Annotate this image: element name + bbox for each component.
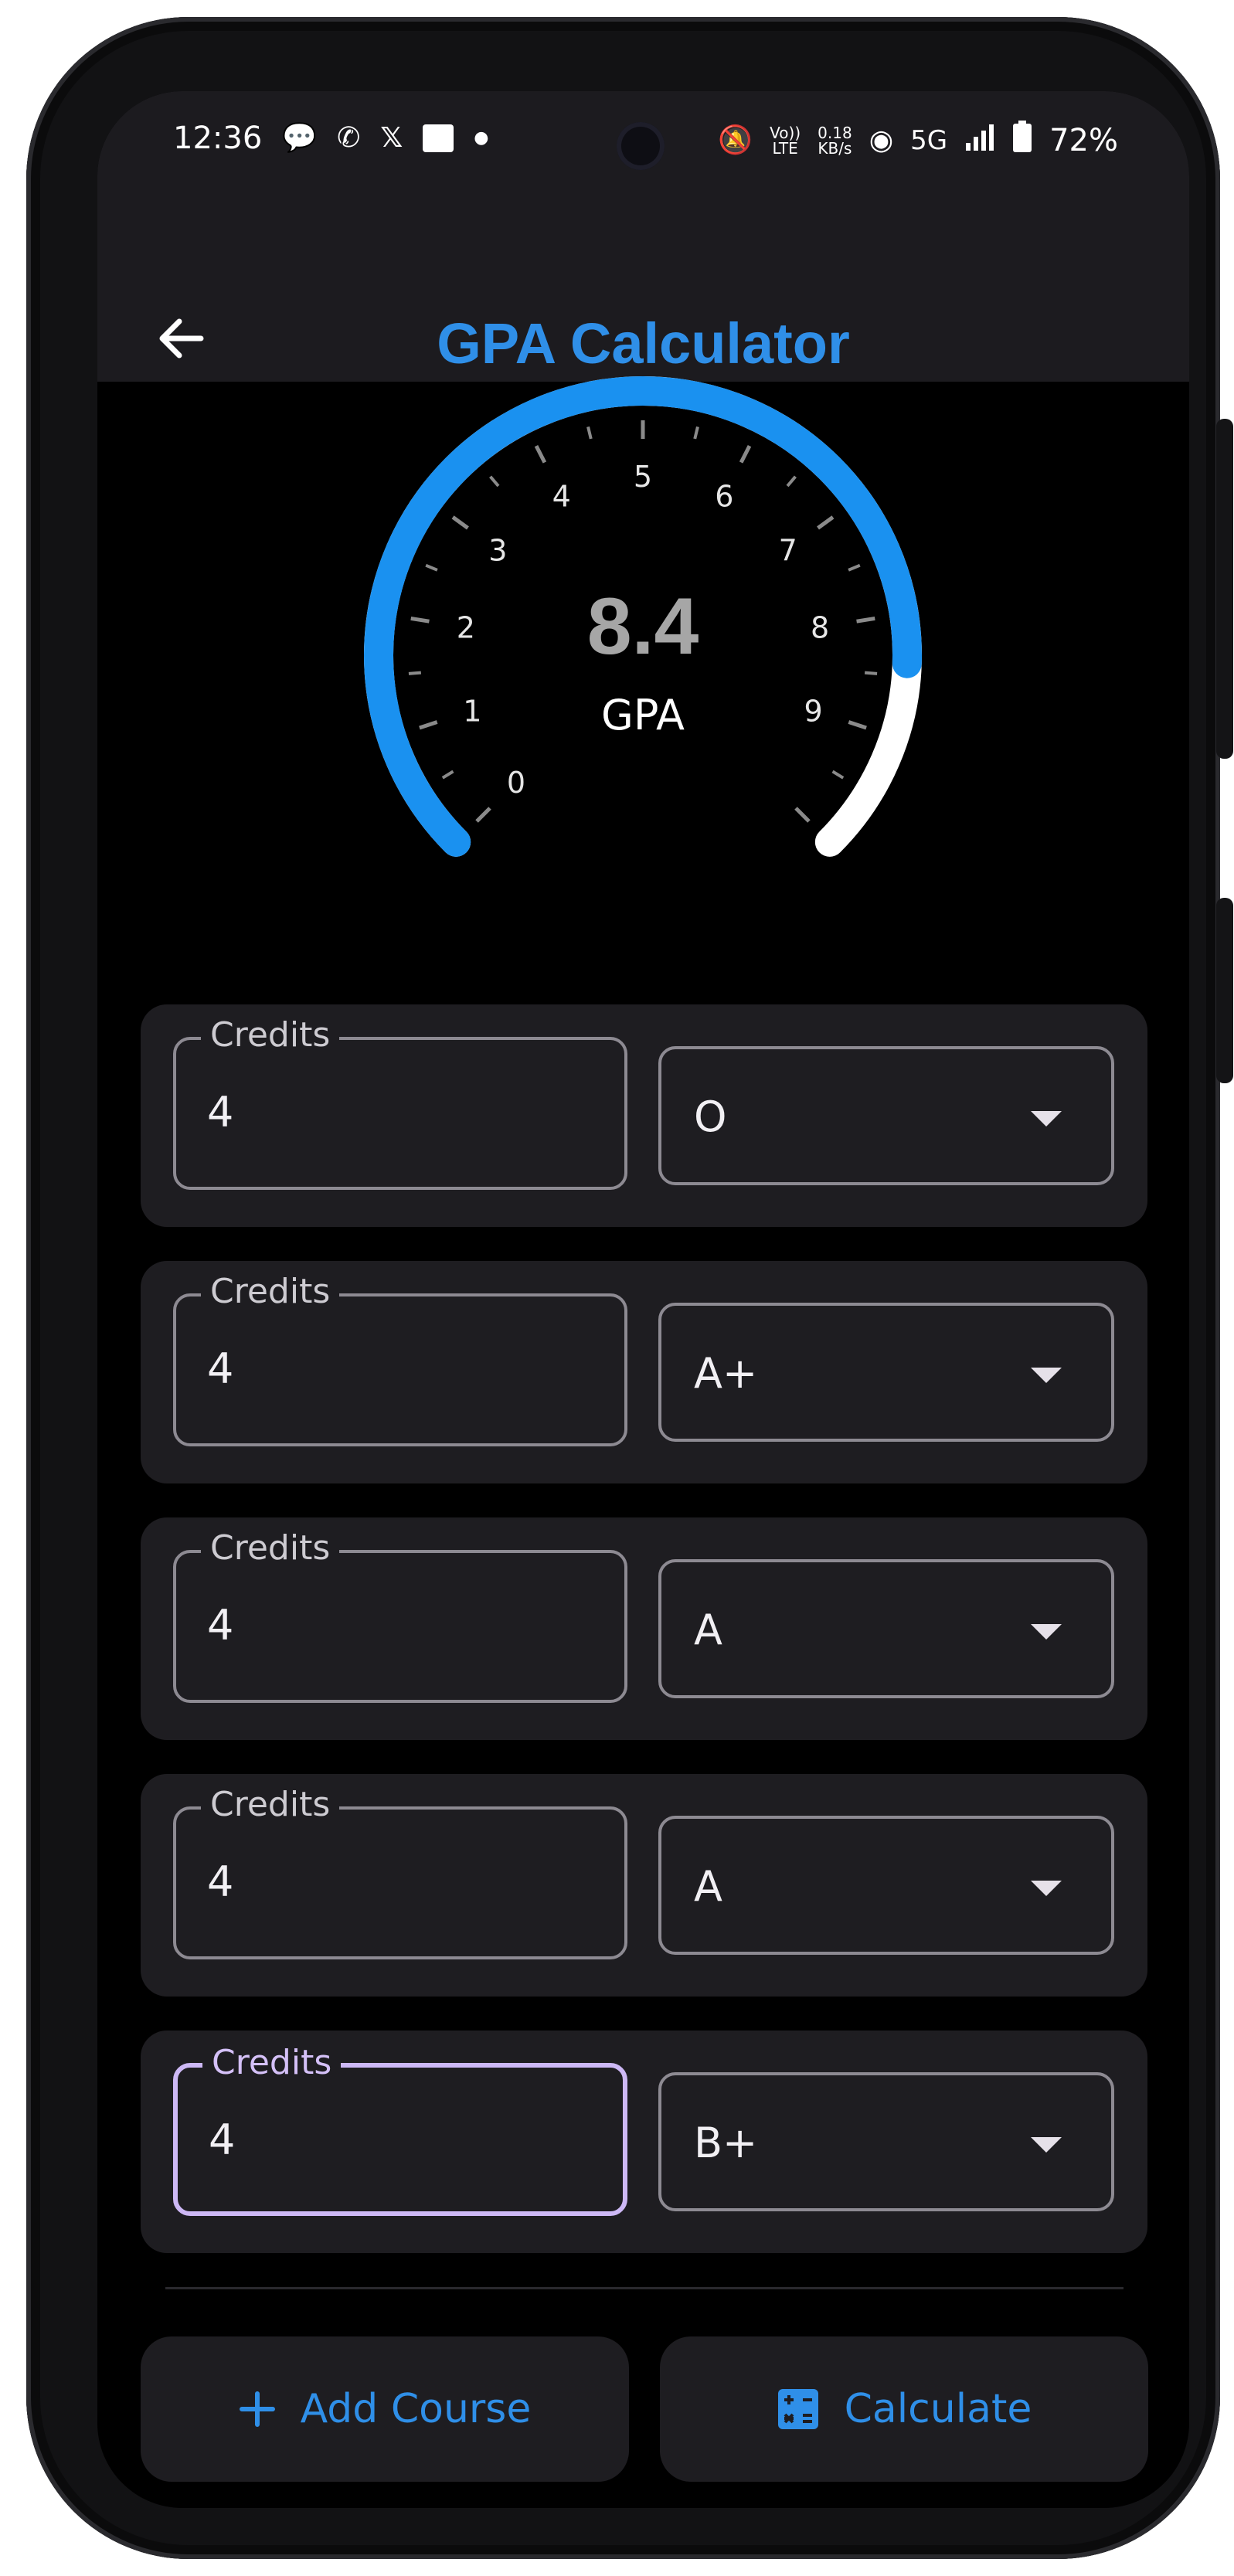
calculate-button[interactable]: Calculate	[660, 2336, 1148, 2482]
credits-value: 4	[207, 1857, 234, 1906]
gauge-tick	[489, 475, 500, 488]
credits-label: Credits	[202, 2043, 342, 2082]
grade-value: B+	[694, 2119, 758, 2167]
gpa-label: GPA	[601, 691, 685, 739]
grade-dropdown[interactable]: O	[658, 1046, 1114, 1185]
gauge-tick	[848, 563, 861, 572]
calculator-icon	[777, 2389, 818, 2429]
credits-label: Credits	[201, 1528, 340, 1568]
gauge-tick-label: 1	[463, 695, 481, 729]
credits-value: 4	[207, 1601, 234, 1650]
credits-input[interactable]: Credits 4	[173, 1272, 627, 1446]
gauge-tick-label: 9	[804, 695, 823, 729]
gauge-tick	[419, 720, 438, 730]
gauge-tick-label: 0	[507, 766, 525, 800]
grade-dropdown[interactable]: A	[658, 1559, 1114, 1698]
credits-label: Credits	[201, 1015, 340, 1055]
calculate-label: Calculate	[844, 2386, 1032, 2432]
gpa-value: 8.4	[587, 582, 699, 671]
chevron-down-icon	[1031, 1111, 1062, 1127]
grade-value: A	[694, 1606, 722, 1654]
course-card: Credits 4 B+	[141, 2031, 1147, 2253]
gauge-tick	[586, 426, 593, 440]
gauge-tick	[786, 475, 797, 488]
gauge-tick-label: 7	[779, 534, 797, 568]
course-card: Credits 4 A	[141, 1774, 1147, 1997]
grade-dropdown[interactable]: A	[658, 1816, 1114, 1955]
grade-dropdown[interactable]: B+	[658, 2072, 1114, 2211]
add-course-button[interactable]: Add Course	[141, 2336, 629, 2482]
gauge-tick	[408, 671, 422, 675]
credits-input[interactable]: Credits 4	[173, 1785, 627, 1959]
gauge-tick	[739, 444, 752, 464]
gauge-tick	[475, 807, 491, 823]
gauge-tick-label: 3	[488, 534, 507, 568]
volume-button	[1216, 419, 1233, 759]
chevron-down-icon	[1031, 2137, 1062, 2153]
gauge-tick	[831, 770, 845, 780]
course-card: Credits 4 A+	[141, 1261, 1147, 1483]
chevron-down-icon	[1031, 1368, 1062, 1383]
grade-value: O	[694, 1093, 727, 1141]
gauge-tick	[425, 563, 438, 572]
gauge-tick	[864, 671, 878, 675]
add-course-label: Add Course	[300, 2386, 532, 2432]
chevron-down-icon	[1031, 1624, 1062, 1640]
gpa-gauge: 0 1 2 3 4 5 6 7 8 9 8.4 GPA	[364, 376, 922, 857]
grade-dropdown[interactable]: A+	[658, 1303, 1114, 1442]
grade-value: A	[694, 1862, 722, 1911]
gauge-tick	[856, 616, 875, 624]
gauge-tick-label: 4	[552, 479, 571, 513]
gauge-tick	[534, 444, 547, 464]
course-card: Credits 4 O	[141, 1004, 1147, 1227]
gauge-tick-label: 6	[715, 479, 733, 513]
chevron-down-icon	[1031, 1881, 1062, 1896]
credits-label: Credits	[201, 1785, 340, 1824]
gauge-tick	[451, 515, 469, 530]
screen: 12:36 💬 ✆ 𝕏 ● 🔕 Vo))LTE 0.18KB/s ◉ 5G	[97, 91, 1189, 2508]
credits-input[interactable]: Credits 4	[173, 1528, 627, 1703]
credits-input[interactable]: Credits 4	[173, 2043, 627, 2216]
gauge-tick	[693, 426, 699, 440]
credits-value: 4	[207, 1088, 234, 1137]
grade-value: A+	[694, 1349, 758, 1398]
gauge-tick	[441, 770, 454, 780]
credits-value: 4	[209, 2116, 236, 2164]
phone-frame: 12:36 💬 ✆ 𝕏 ● 🔕 Vo))LTE 0.18KB/s ◉ 5G	[26, 17, 1233, 2559]
gauge-tick	[848, 720, 867, 730]
credits-value: 4	[207, 1344, 234, 1393]
gauge-tick-label: 5	[634, 460, 652, 494]
credits-label: Credits	[201, 1272, 340, 1311]
gauge-tick	[794, 807, 811, 823]
gauge-tick-label: 2	[457, 611, 475, 645]
gauge-tick	[817, 515, 835, 530]
course-card: Credits 4 A	[141, 1517, 1147, 1740]
plus-icon	[239, 2391, 275, 2427]
gauge-tick	[410, 616, 430, 624]
gauge-tick-label: 8	[811, 611, 829, 645]
list-divider	[165, 2287, 1124, 2289]
credits-input[interactable]: Credits 4	[173, 1015, 627, 1190]
power-button	[1216, 898, 1233, 1083]
